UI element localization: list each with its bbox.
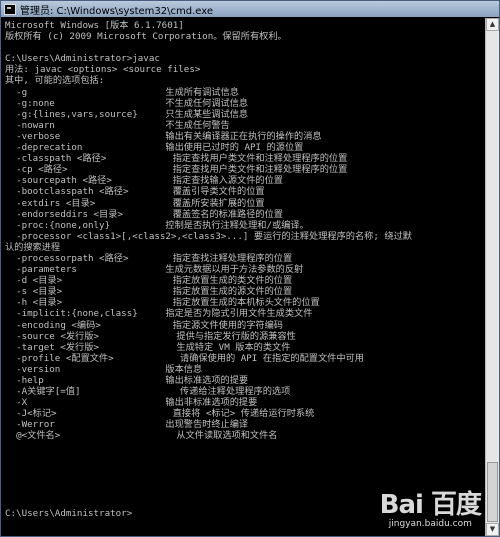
baidu-logo: Bai 百度 (379, 490, 482, 520)
console-line: -endorseddirs <目录> 覆盖签名的标准路径的位置 (5, 208, 283, 220)
console-line: -extdirs <目录> 覆盖所安装扩展的位置 (5, 197, 265, 209)
scrollbar-thumb[interactable] (487, 462, 498, 522)
console-line: -s <目录> 指定放置生成的源文件的位置 (5, 286, 293, 298)
console-line: -encoding <编码> 指定源文件使用的字符编码 (5, 319, 283, 331)
title-bar[interactable]: 管理员: C:\Windows\system32\cmd.exe (1, 1, 499, 17)
console-line: -proc:{none,only} 控制是否执行注释处理和/或编译。 (5, 219, 309, 231)
console-line: -verbose 输出有关编译器正在执行的操作的消息 (5, 130, 322, 142)
console-line: 其中, 可能的选项包括: (5, 75, 105, 87)
console-line: -target <发行版> 生成特定 VM 版本的类文件 (5, 341, 291, 353)
console-output[interactable]: Microsoft Windows [版本 6.1.7601] 版权所有 (c) … (1, 18, 487, 536)
console-line: -g:{lines,vars,source} 只生成某些调试信息 (5, 108, 249, 120)
console-line: -help 输出标准选项的提要 (5, 375, 249, 386)
console-line: Microsoft Windows [版本 6.1.7601] (5, 20, 184, 31)
console-line: -cp <路径> 指定查找用户类文件和注释处理程序的位置 (5, 164, 348, 176)
window-title: 管理员: C:\Windows\system32\cmd.exe (20, 5, 214, 17)
console-line: -deprecation 输出使用已过时的 API 的源位置 (5, 142, 304, 154)
console-line: -classpath <路径> 指定查找用户类文件和注释处理程序的位置 (5, 153, 348, 165)
console-line: 认的搜索进程 (5, 241, 61, 253)
console-line: -implicit:{none,class} 指定是否为隐式引用文件生成类文件 (5, 308, 313, 320)
console-line: -d <目录> 指定放置生成的类文件的位置 (5, 275, 293, 287)
console-line: -h <目录> 指定放置生成的本机标头文件的位置 (5, 297, 320, 309)
console-line: -g 生成所有调试信息 (5, 86, 239, 98)
console-line: -Werror 出现警告时终止编译 (5, 419, 249, 431)
console-line: 用法: javac <options> <source files> (5, 64, 201, 76)
baidu-watermark: Bai 百度 jingyan.baidu.com (379, 490, 482, 530)
console-line: -bootclasspath <路径> 覆盖引导类文件的位置 (5, 186, 265, 198)
console-line: -parameters 生成元数据以用于方法参数的反射 (5, 264, 304, 276)
vertical-scrollbar[interactable]: ▲ ▼ (485, 18, 499, 536)
console-line: -g:none 不生成任何调试信息 (5, 97, 249, 109)
scroll-up-arrow-icon[interactable]: ▲ (486, 18, 499, 31)
watermark-url: jingyan.baidu.com (388, 519, 472, 529)
scroll-down-arrow-icon[interactable]: ▼ (486, 523, 499, 536)
console-line: -version 版本信息 (5, 363, 203, 375)
cmd-icon (4, 3, 16, 15)
console-line: -A关键字[=值] 传递给注释处理程序的选项 (5, 386, 291, 398)
console-line: -profile <配置文件> 请确保使用的 API 在指定的配置文件中可用 (5, 352, 364, 364)
console-line: -nowarn 不生成任何警告 (5, 119, 230, 131)
console-line: -source <发行版> 提供与指定发行版的源兼容性 (5, 330, 296, 342)
console-line: -sourcepath <路径> 指定查找输入源文件的位置 (5, 175, 283, 187)
cmd-window: 管理员: C:\Windows\system32\cmd.exe Microso… (0, 0, 500, 537)
console-line: @<文件名> 从文件读取选项和文件名 (5, 430, 278, 442)
console-line: -J<标记> 直接将 <标记> 传递给运行时系统 (5, 408, 315, 420)
console-line: -processor <class1>[,<class2>,<class3>..… (5, 230, 412, 242)
console-line: C:\Users\Administrator>javac (5, 53, 160, 65)
console-line: -X 输出非标准选项的提要 (5, 397, 258, 409)
console-line: 版权所有 (c) 2009 Microsoft Corporation。保留所有… (5, 31, 287, 43)
console-line: -processorpath <路径> 指定查找注释处理程序的位置 (5, 252, 293, 264)
